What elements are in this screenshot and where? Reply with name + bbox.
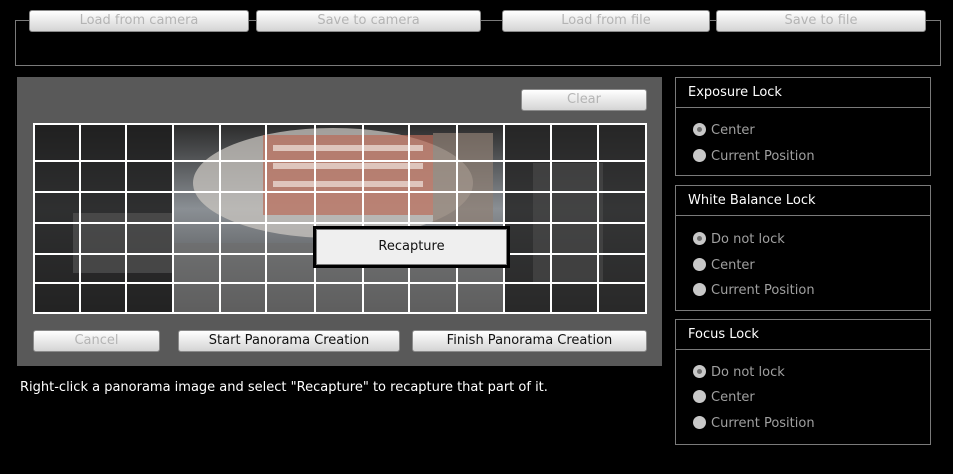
cancel-button[interactable]: Cancel [33, 330, 160, 352]
radio-label: Current Position [711, 416, 815, 431]
finish-panorama-creation-button[interactable]: Finish Panorama Creation [412, 330, 647, 352]
exposure-lock-group: Exposure Lock Center Current Position [675, 77, 931, 176]
white-balance-lock-title: White Balance Lock [676, 186, 930, 216]
radio-unselected-icon [693, 390, 706, 403]
exposure-center-radio[interactable]: Center [693, 121, 755, 141]
load-from-camera-button[interactable]: Load from camera [29, 10, 249, 32]
radio-label: Do not lock [711, 232, 785, 247]
radio-label: Center [711, 123, 755, 138]
wb-center-radio[interactable]: Center [693, 256, 755, 276]
panorama-image-grid[interactable] [33, 123, 647, 314]
radio-label: Center [711, 258, 755, 273]
focus-lock-group: Focus Lock Do not lock Center Current Po… [675, 319, 931, 445]
radio-unselected-icon [693, 258, 706, 271]
recapture-menu-item[interactable]: Recapture [316, 229, 507, 265]
save-to-camera-button[interactable]: Save to camera [256, 10, 481, 32]
exposure-current-position-radio[interactable]: Current Position [693, 147, 815, 167]
instruction-text: Right-click a panorama image and select … [20, 380, 548, 395]
radio-selected-icon [693, 365, 706, 378]
radio-selected-icon [693, 123, 706, 136]
clear-button[interactable]: Clear [521, 89, 647, 111]
wb-current-position-radio[interactable]: Current Position [693, 281, 815, 301]
focus-center-radio[interactable]: Center [693, 388, 755, 408]
save-to-file-button[interactable]: Save to file [716, 10, 926, 32]
focus-current-position-radio[interactable]: Current Position [693, 414, 815, 434]
radio-label: Current Position [711, 149, 815, 164]
radio-label: Center [711, 390, 755, 405]
radio-unselected-icon [693, 283, 706, 296]
context-menu: Recapture [313, 226, 510, 268]
radio-label: Do not lock [711, 365, 785, 380]
focus-lock-title: Focus Lock [676, 320, 930, 350]
white-balance-lock-group: White Balance Lock Do not lock Center Cu… [675, 185, 931, 311]
radio-selected-icon [693, 232, 706, 245]
radio-label: Current Position [711, 283, 815, 298]
exposure-lock-title: Exposure Lock [676, 78, 930, 108]
radio-unselected-icon [693, 149, 706, 162]
start-panorama-creation-button[interactable]: Start Panorama Creation [178, 330, 400, 352]
wb-do-not-lock-radio[interactable]: Do not lock [693, 230, 785, 250]
focus-do-not-lock-radio[interactable]: Do not lock [693, 363, 785, 383]
load-from-file-button[interactable]: Load from file [502, 10, 710, 32]
radio-unselected-icon [693, 416, 706, 429]
panorama-image [33, 123, 647, 314]
